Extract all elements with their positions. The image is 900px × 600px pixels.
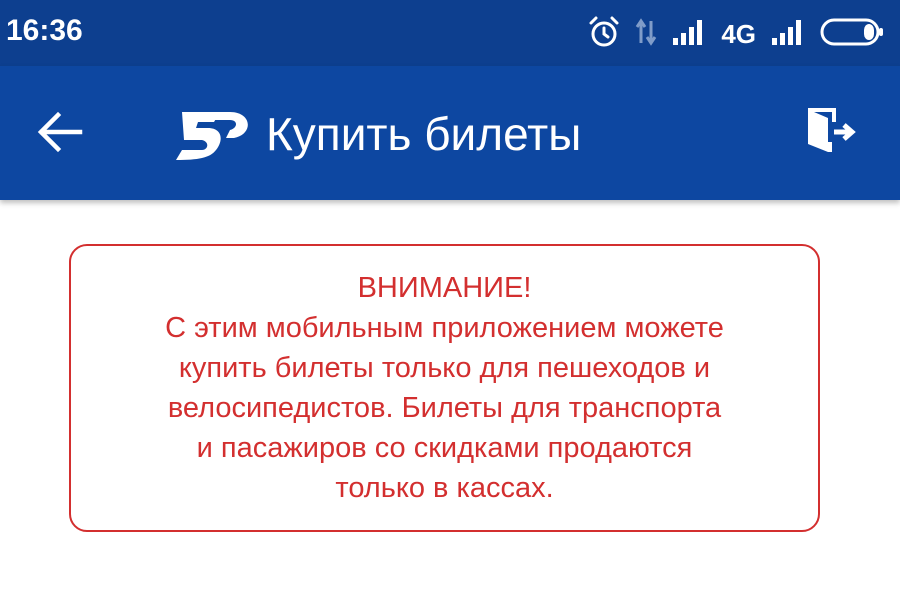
warning-line: купить билеты только для пешеходов и [178,352,711,384]
warning-line: С этим мобильным приложением можете [165,312,724,344]
status-bar: 16:36 4G [0,0,900,66]
battery-icon [820,17,886,52]
warning-text: С этим мобильным приложением можете купи… [85,308,805,508]
warning-box: ВНИМАНИЕ! С этим мобильным приложением м… [69,244,820,532]
warning-title: ВНИМАНИЕ! [357,272,532,304]
page-title: Купить билеты [266,108,582,160]
arrow-left-icon [34,106,86,163]
network-type: 4G [721,18,756,49]
back-button[interactable] [28,102,92,166]
warning-line: велосипедистов. Билеты для транспорта [167,392,722,424]
warning-line: и пасажиров со скидками продаются [196,432,693,464]
data-transfer-icon [635,17,657,52]
warning-line: только в кассах. [335,472,554,504]
status-time: 16:36 [6,14,83,47]
status-icons: 4G [587,16,886,52]
alarm-icon [587,15,621,54]
signal-icon [770,18,806,51]
brand-logo [168,106,252,162]
logout-button[interactable] [798,100,866,168]
exit-door-icon [802,102,862,167]
app-bar: Купить билеты [0,66,900,200]
signal-icon [671,18,707,51]
